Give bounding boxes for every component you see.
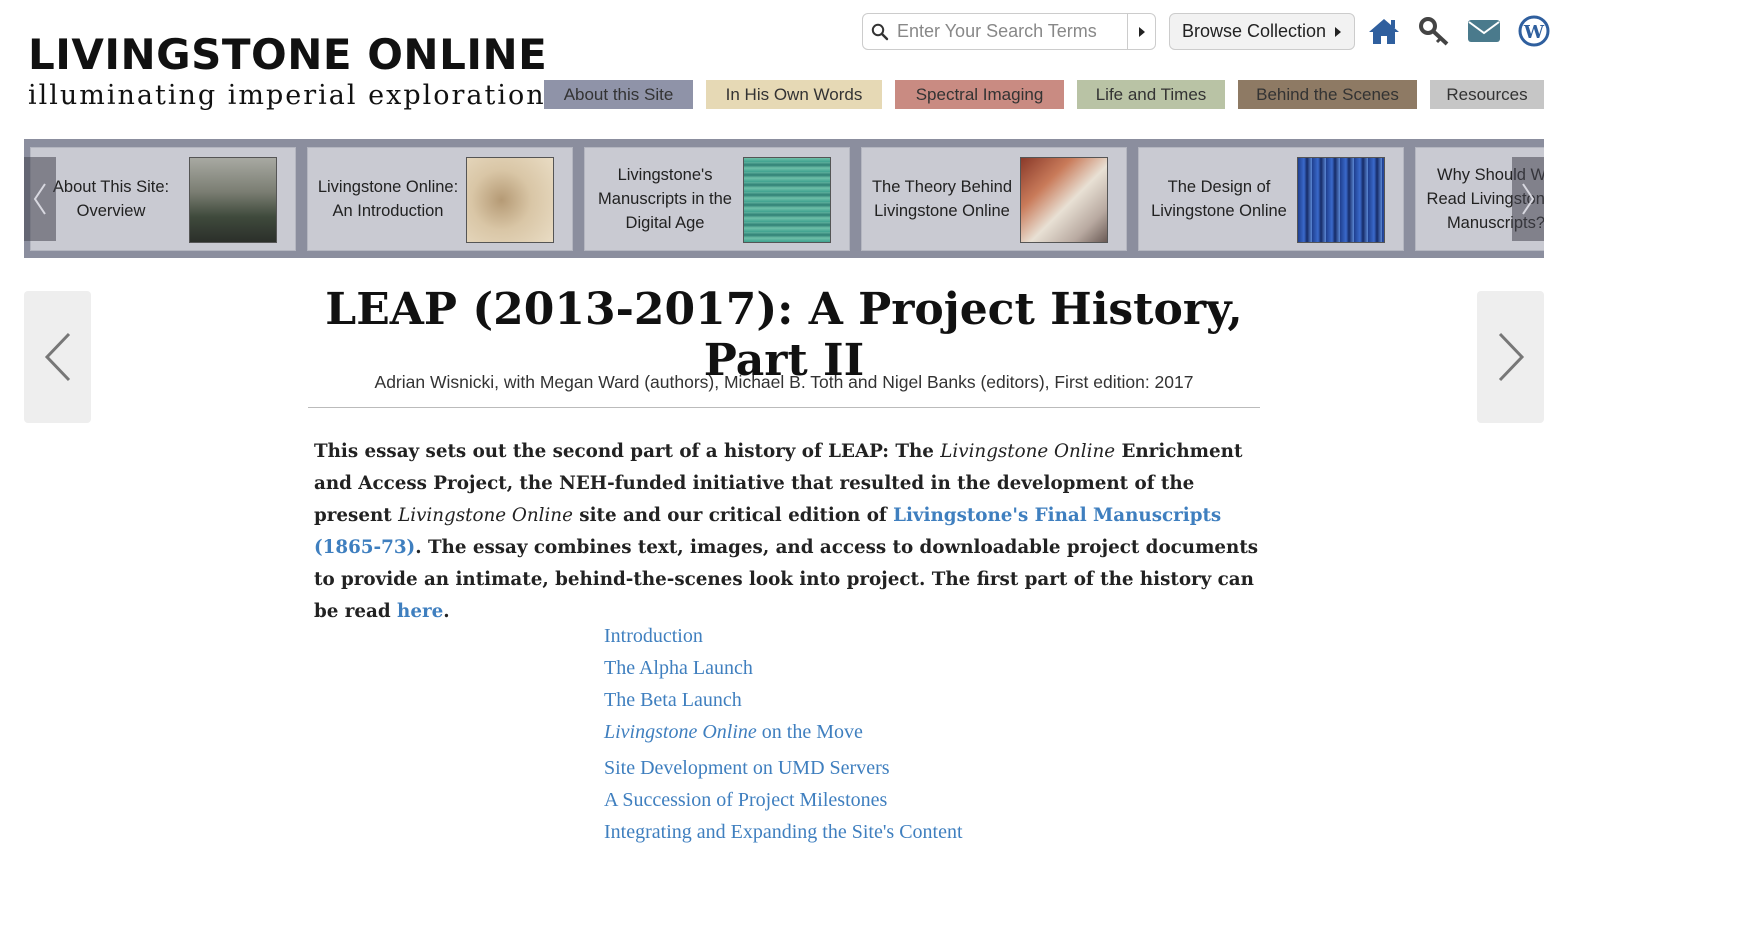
nav-tab-spectral-imaging[interactable]: Spectral Imaging: [895, 80, 1064, 109]
carousel-next-button[interactable]: [1512, 157, 1544, 241]
site-tagline: illuminating imperial exploration: [28, 80, 546, 111]
carousel-item-label: Livingstone Online: An Introduction: [317, 178, 459, 220]
intro-text: . The essay combines text, images, and a…: [314, 537, 1259, 622]
carousel-item[interactable]: Livingstone's Manuscripts in the Digital…: [584, 147, 850, 251]
engraving-thumbnail: [466, 157, 554, 243]
article-byline: Adrian Wisnicki, with Megan Ward (author…: [308, 372, 1260, 408]
carousel-item[interactable]: The Theory Behind Livingstone Online: [861, 147, 1127, 251]
table-of-contents: Introduction The Alpha Launch The Beta L…: [604, 622, 963, 850]
toc-link-integrating-content[interactable]: Integrating and Expanding the Site's Con…: [604, 818, 963, 850]
toc-link-milestones[interactable]: A Succession of Project Milestones: [604, 786, 963, 818]
intro-italic-title: Livingstone Online: [398, 505, 573, 526]
spectral-image-thumbnail: [743, 157, 831, 243]
search-submit-button[interactable]: [1127, 14, 1155, 49]
top-icon-bar: W: [1366, 14, 1552, 48]
caret-right-icon: [1335, 26, 1342, 37]
chevron-right-icon: [1498, 332, 1524, 382]
carousel-item-label: Livingstone's Manuscripts in the Digital…: [598, 166, 732, 232]
chevron-right-icon: [1522, 183, 1535, 215]
related-essays-carousel: About This Site: Overview Livingstone On…: [24, 139, 1544, 258]
carousel-item[interactable]: About This Site: Overview: [30, 147, 296, 251]
intro-text: site and our critical edition of: [572, 505, 894, 526]
site-logo[interactable]: LIVINGSTONE ONLINE illuminating imperial…: [28, 32, 547, 112]
toc-link-on-the-move[interactable]: Livingstone Online on the Move: [604, 718, 963, 750]
nav-tab-about[interactable]: About this Site: [544, 80, 693, 109]
intro-italic-title: Livingstone Online: [940, 441, 1116, 462]
chevron-left-icon: [33, 183, 46, 215]
key-icon[interactable]: [1416, 14, 1452, 48]
carousel-item[interactable]: The Design of Livingstone Online: [1138, 147, 1404, 251]
search-input[interactable]: [897, 16, 1122, 47]
toc-link-alpha-launch[interactable]: The Alpha Launch: [604, 654, 963, 686]
toc-link-umd-servers[interactable]: Site Development on UMD Servers: [604, 754, 963, 786]
toc-italic-title: Livingstone Online: [604, 721, 757, 743]
search-box: [862, 13, 1156, 50]
chevron-left-icon: [44, 332, 70, 382]
toc-link-introduction[interactable]: Introduction: [604, 622, 963, 654]
carousel-prev-button[interactable]: [24, 157, 56, 241]
intro-text: .: [443, 601, 450, 622]
part-one-link[interactable]: here: [397, 601, 443, 622]
carousel-item-label: The Design of Livingstone Online: [1151, 178, 1287, 220]
nav-tab-in-his-own-words[interactable]: In His Own Words: [706, 80, 882, 109]
previous-page-button[interactable]: [24, 291, 91, 423]
researchers-photo-thumbnail: [1020, 157, 1108, 243]
toc-link-text: on the Move: [756, 721, 863, 743]
svg-text:W: W: [1523, 22, 1545, 43]
intro-text: This essay sets out the second part of a…: [314, 441, 941, 462]
next-page-button[interactable]: [1477, 291, 1544, 423]
search-icon: [863, 23, 897, 41]
stained-glass-thumbnail: [1297, 157, 1385, 243]
wordpress-icon[interactable]: W: [1516, 14, 1552, 48]
nav-tab-resources[interactable]: Resources: [1430, 80, 1544, 109]
toc-link-beta-launch[interactable]: The Beta Launch: [604, 686, 963, 718]
browse-collection-button[interactable]: Browse Collection: [1169, 13, 1355, 50]
site-title: LIVINGSTONE ONLINE: [28, 30, 548, 79]
nav-tab-life-and-times[interactable]: Life and Times: [1077, 80, 1225, 109]
caret-right-icon: [1138, 26, 1145, 37]
page-title: LEAP (2013-2017): A Project History, Par…: [325, 284, 1243, 386]
envelope-icon[interactable]: [1466, 14, 1502, 48]
article-intro: This essay sets out the second part of a…: [314, 436, 1270, 628]
carousel-item[interactable]: Livingstone Online: An Introduction: [307, 147, 573, 251]
landscape-thumbnail: [189, 157, 277, 243]
home-icon[interactable]: [1366, 14, 1402, 48]
browse-collection-label: Browse Collection: [1181, 21, 1327, 41]
nav-tab-behind-the-scenes[interactable]: Behind the Scenes: [1238, 80, 1417, 109]
carousel-item-label: The Theory Behind Livingstone Online: [871, 178, 1013, 220]
